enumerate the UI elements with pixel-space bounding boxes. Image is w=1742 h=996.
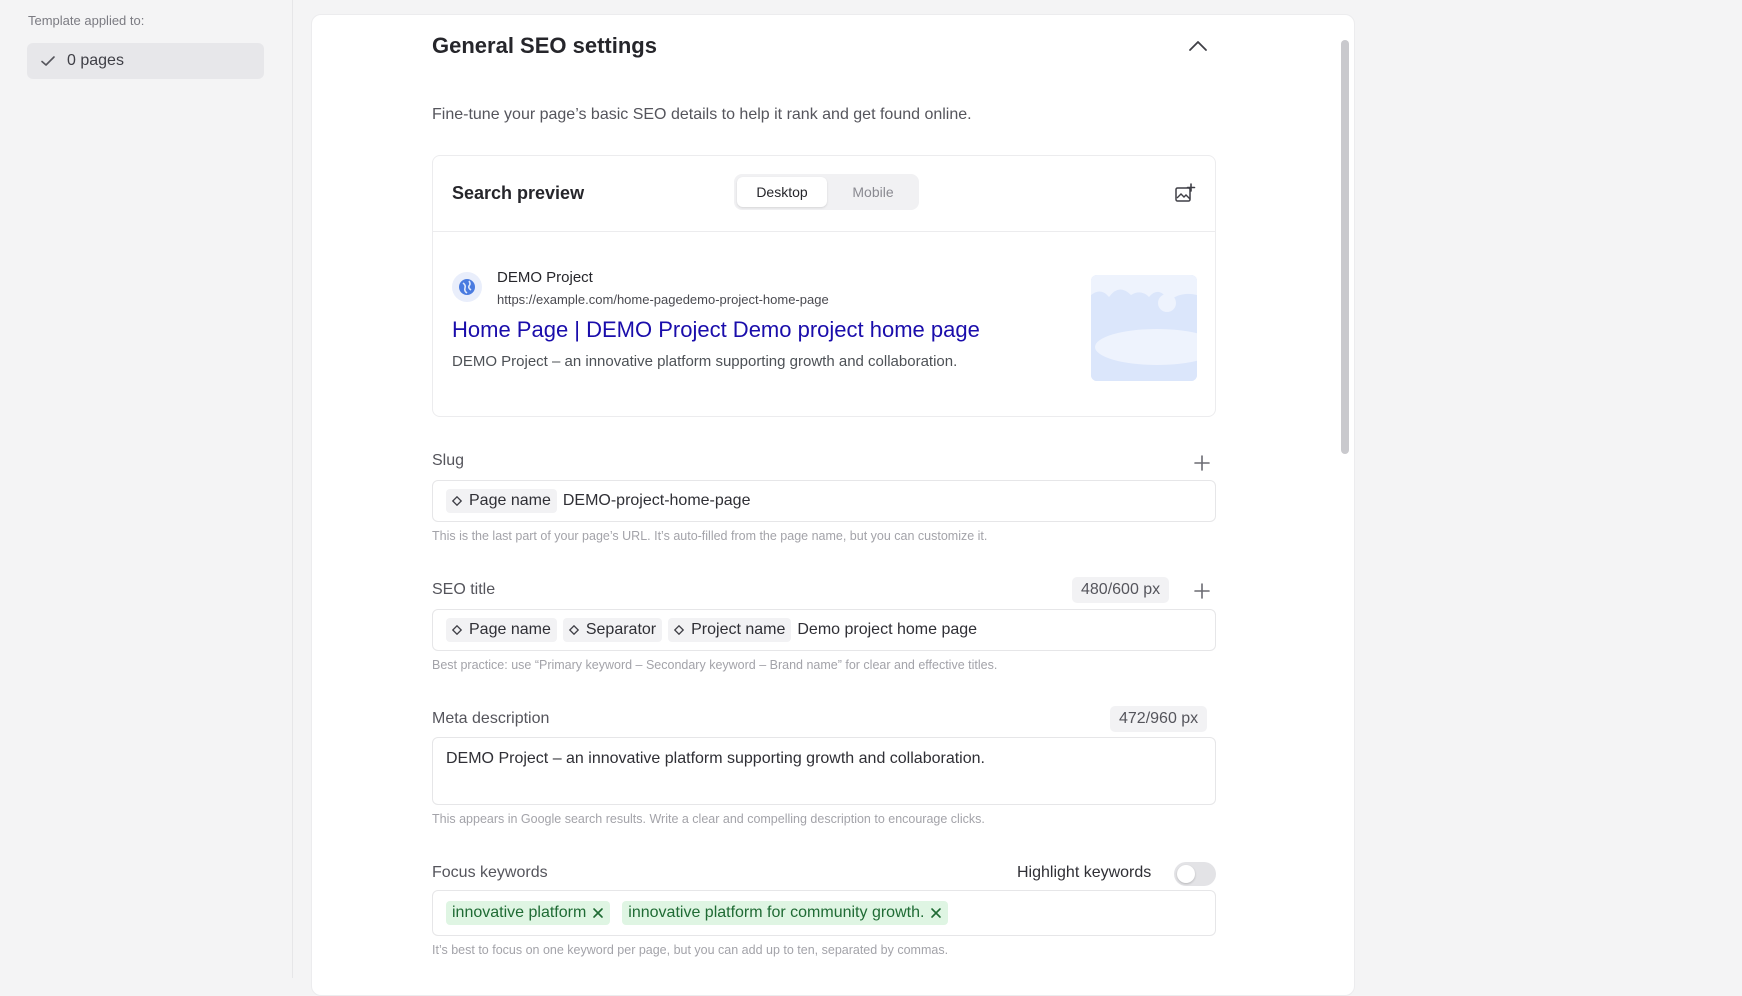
section-description: Fine-tune your page’s basic SEO details … xyxy=(432,106,972,123)
meta-description-label: Meta description xyxy=(432,710,550,727)
token-label: Separator xyxy=(585,621,657,638)
keyword-tag: innovative platform xyxy=(446,901,611,925)
preview-thumbnail-image xyxy=(1091,275,1197,381)
diamond-icon xyxy=(452,625,462,635)
highlight-keywords-label: Highlight keywords xyxy=(1017,864,1152,881)
seo-title-input[interactable]: Page name Separator Project name Demo pr… xyxy=(432,609,1216,651)
image-add-icon xyxy=(1174,183,1196,208)
meta-description-textarea[interactable]: DEMO Project – an innovative platform su… xyxy=(432,737,1216,805)
preview-site-name: DEMO Project xyxy=(497,269,593,286)
slug-hint: This is the last part of your page’s URL… xyxy=(432,529,988,543)
diamond-icon xyxy=(452,496,462,506)
tab-mobile[interactable]: Mobile xyxy=(830,177,916,207)
diamond-icon xyxy=(674,625,685,635)
slug-value: DEMO-project-home-page xyxy=(562,492,751,509)
meta-description-counter: 472/960 px xyxy=(1110,706,1208,732)
slug-label: Slug xyxy=(432,452,465,469)
seo-title-add-button[interactable] xyxy=(1193,582,1211,600)
keyword-label: innovative platform for community growth… xyxy=(628,904,925,921)
search-preview-header: Search preview Desktop Mobile xyxy=(433,156,1215,232)
seo-title-counter: 480/600 px xyxy=(1072,577,1170,603)
device-toggle: Desktop Mobile xyxy=(734,174,919,210)
globe-icon xyxy=(452,272,482,302)
seo-title-value: Demo project home page xyxy=(797,621,978,638)
token-label: Page name xyxy=(469,492,551,509)
plus-icon xyxy=(1193,455,1211,476)
add-image-button[interactable] xyxy=(1174,182,1196,204)
applied-pages-button[interactable]: 0 pages xyxy=(27,43,264,79)
token-label: Project name xyxy=(691,621,786,638)
tab-desktop[interactable]: Desktop xyxy=(737,177,827,207)
preview-result-title[interactable]: Home Page | DEMO Project Demo project ho… xyxy=(452,317,980,343)
slug-input[interactable]: Page name DEMO-project-home-page xyxy=(432,480,1216,522)
meta-description-value: DEMO Project – an innovative platform su… xyxy=(446,750,985,767)
sidebar: Template applied to: 0 pages xyxy=(0,0,293,978)
highlight-keywords-toggle[interactable] xyxy=(1174,862,1216,886)
plus-icon xyxy=(1193,583,1211,604)
seo-title-label: SEO title xyxy=(432,581,496,598)
search-preview-title: Search preview xyxy=(452,183,585,203)
checkmark-icon xyxy=(39,52,57,70)
page-name-token[interactable]: Page name xyxy=(446,489,557,513)
token-label: Page name xyxy=(469,621,551,638)
keyword-label: innovative platform xyxy=(452,904,587,921)
keyword-tag: innovative platform for community growth… xyxy=(622,901,949,925)
remove-keyword-icon[interactable] xyxy=(592,907,604,919)
diamond-icon xyxy=(568,625,579,635)
project-name-token[interactable]: Project name xyxy=(668,618,792,642)
search-preview-panel: Search preview Desktop Mobile DEMO Proje… xyxy=(432,155,1216,417)
focus-keywords-input[interactable]: innovative platform innovative platform … xyxy=(432,890,1216,936)
section-title: General SEO settings xyxy=(432,33,657,58)
focus-keywords-hint: It’s best to focus on one keyword per pa… xyxy=(432,943,949,957)
page-name-token[interactable]: Page name xyxy=(446,618,557,642)
collapse-section-button[interactable] xyxy=(1186,36,1210,60)
preview-url: https://example.com/home-pagedemo-projec… xyxy=(497,292,829,307)
scrollbar[interactable] xyxy=(1341,40,1349,454)
template-applied-label: Template applied to: xyxy=(28,13,145,28)
slug-add-button[interactable] xyxy=(1193,454,1211,472)
meta-description-hint: This appears in Google search results. W… xyxy=(432,812,985,826)
separator-token[interactable]: Separator xyxy=(562,618,663,642)
remove-keyword-icon[interactable] xyxy=(930,907,942,919)
seo-title-hint: Best practice: use “Primary keyword – Se… xyxy=(432,658,998,672)
pages-count: 0 pages xyxy=(67,52,124,69)
focus-keywords-label: Focus keywords xyxy=(432,864,548,881)
toggle-knob xyxy=(1177,865,1195,883)
preview-result-description: DEMO Project – an innovative platform su… xyxy=(452,353,958,370)
chevron-up-icon xyxy=(1188,39,1208,57)
